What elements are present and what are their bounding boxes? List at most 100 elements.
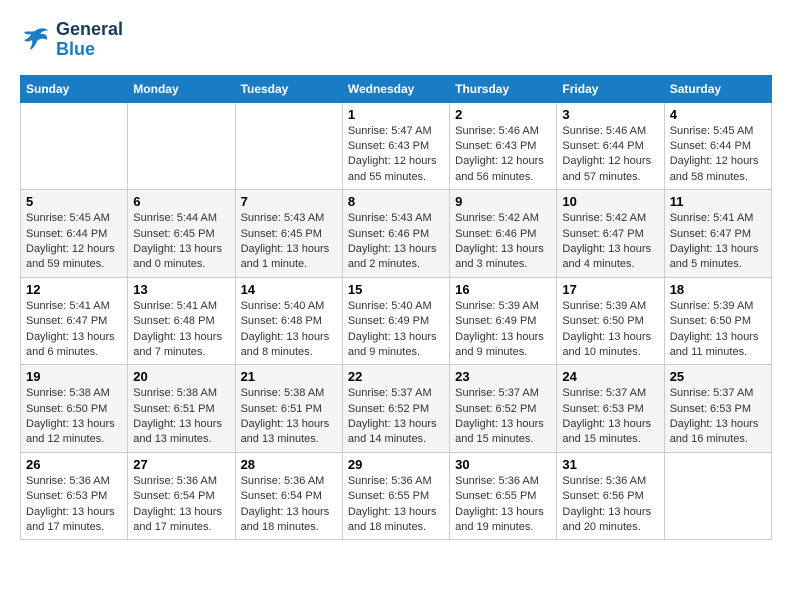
calendar-cell: 10 Sunrise: 5:42 AMSunset: 6:47 PMDayligh… bbox=[557, 190, 664, 278]
calendar-cell: 25 Sunrise: 5:37 AMSunset: 6:53 PMDayligh… bbox=[664, 365, 771, 453]
day-info: Sunrise: 5:37 AMSunset: 6:53 PMDaylight:… bbox=[562, 386, 658, 448]
day-number: 18 bbox=[670, 282, 766, 297]
calendar-cell: 6 Sunrise: 5:44 AMSunset: 6:45 PMDaylight… bbox=[128, 190, 235, 278]
calendar-cell: 17 Sunrise: 5:39 AMSunset: 6:50 PMDayligh… bbox=[557, 277, 664, 365]
day-number: 14 bbox=[241, 282, 337, 297]
calendar-cell: 29 Sunrise: 5:36 AMSunset: 6:55 PMDayligh… bbox=[342, 452, 449, 540]
calendar-week-row: 26Sunrise: 5:36 AMSunset: 6:53 PMDayligh… bbox=[21, 452, 772, 540]
weekday-header-row: SundayMondayTuesdayWednesdayThursdayFrid… bbox=[21, 75, 772, 102]
calendar-week-row: 12Sunrise: 5:41 AMSunset: 6:47 PMDayligh… bbox=[21, 277, 772, 365]
day-number: 19 bbox=[26, 369, 122, 384]
day-number: 27 bbox=[133, 457, 229, 472]
day-number: 25 bbox=[670, 369, 766, 384]
page-header: GeneralBlue bbox=[20, 20, 772, 60]
day-number: 5 bbox=[26, 194, 122, 209]
day-number: 15 bbox=[348, 282, 444, 297]
day-number: 13 bbox=[133, 282, 229, 297]
day-info: Sunrise: 5:40 AMSunset: 6:49 PMDaylight:… bbox=[348, 299, 444, 361]
day-info: Sunrise: 5:41 AMSunset: 6:47 PMDaylight:… bbox=[670, 211, 766, 273]
calendar-cell: 15 Sunrise: 5:40 AMSunset: 6:49 PMDayligh… bbox=[342, 277, 449, 365]
calendar-cell: 8 Sunrise: 5:43 AMSunset: 6:46 PMDaylight… bbox=[342, 190, 449, 278]
calendar-cell: 19 Sunrise: 5:38 AMSunset: 6:50 PMDayligh… bbox=[21, 365, 128, 453]
day-info: Sunrise: 5:43 AMSunset: 6:46 PMDaylight:… bbox=[348, 211, 444, 273]
calendar-cell bbox=[235, 102, 342, 190]
day-number: 2 bbox=[455, 107, 551, 122]
weekday-header-wednesday: Wednesday bbox=[342, 75, 449, 102]
calendar-cell: 13 Sunrise: 5:41 AMSunset: 6:48 PMDayligh… bbox=[128, 277, 235, 365]
day-number: 26 bbox=[26, 457, 122, 472]
day-info: Sunrise: 5:36 AMSunset: 6:55 PMDaylight:… bbox=[455, 474, 551, 536]
day-info: Sunrise: 5:38 AMSunset: 6:51 PMDaylight:… bbox=[241, 386, 337, 448]
calendar-cell: 5 Sunrise: 5:45 AMSunset: 6:44 PMDaylight… bbox=[21, 190, 128, 278]
day-info: Sunrise: 5:39 AMSunset: 6:49 PMDaylight:… bbox=[455, 299, 551, 361]
day-number: 9 bbox=[455, 194, 551, 209]
day-number: 31 bbox=[562, 457, 658, 472]
calendar-cell: 21Sunrise: 5:38 AMSunset: 6:51 PMDayligh… bbox=[235, 365, 342, 453]
calendar-header: SundayMondayTuesdayWednesdayThursdayFrid… bbox=[21, 75, 772, 102]
day-info: Sunrise: 5:42 AMSunset: 6:47 PMDaylight:… bbox=[562, 211, 658, 273]
day-number: 29 bbox=[348, 457, 444, 472]
day-number: 24 bbox=[562, 369, 658, 384]
calendar-cell: 24 Sunrise: 5:37 AMSunset: 6:53 PMDayligh… bbox=[557, 365, 664, 453]
calendar-cell bbox=[21, 102, 128, 190]
day-number: 17 bbox=[562, 282, 658, 297]
day-number: 10 bbox=[562, 194, 658, 209]
day-number: 6 bbox=[133, 194, 229, 209]
calendar-cell: 9 Sunrise: 5:42 AMSunset: 6:46 PMDaylight… bbox=[450, 190, 557, 278]
day-number: 16 bbox=[455, 282, 551, 297]
day-info: Sunrise: 5:38 AMSunset: 6:50 PMDaylight:… bbox=[26, 386, 122, 448]
calendar-cell: 22Sunrise: 5:37 AMSunset: 6:52 PMDayligh… bbox=[342, 365, 449, 453]
day-number: 30 bbox=[455, 457, 551, 472]
calendar-cell: 30 Sunrise: 5:36 AMSunset: 6:55 PMDayligh… bbox=[450, 452, 557, 540]
day-info: Sunrise: 5:37 AMSunset: 6:53 PMDaylight:… bbox=[670, 386, 766, 448]
day-info: Sunrise: 5:40 AMSunset: 6:48 PMDaylight:… bbox=[241, 299, 337, 361]
calendar-cell: 27Sunrise: 5:36 AMSunset: 6:54 PMDayligh… bbox=[128, 452, 235, 540]
day-number: 23 bbox=[455, 369, 551, 384]
calendar-cell: 18Sunrise: 5:39 AMSunset: 6:50 PMDayligh… bbox=[664, 277, 771, 365]
day-info: Sunrise: 5:41 AMSunset: 6:48 PMDaylight:… bbox=[133, 299, 229, 361]
day-info: Sunrise: 5:36 AMSunset: 6:54 PMDaylight:… bbox=[241, 474, 337, 536]
day-info: Sunrise: 5:36 AMSunset: 6:55 PMDaylight:… bbox=[348, 474, 444, 536]
day-number: 11 bbox=[670, 194, 766, 209]
calendar-body: 1Sunrise: 5:47 AMSunset: 6:43 PMDaylight… bbox=[21, 102, 772, 540]
weekday-header-saturday: Saturday bbox=[664, 75, 771, 102]
day-number: 22 bbox=[348, 369, 444, 384]
day-number: 28 bbox=[241, 457, 337, 472]
calendar-week-row: 5 Sunrise: 5:45 AMSunset: 6:44 PMDaylight… bbox=[21, 190, 772, 278]
day-number: 20 bbox=[133, 369, 229, 384]
calendar-cell: 3 Sunrise: 5:46 AMSunset: 6:44 PMDaylight… bbox=[557, 102, 664, 190]
calendar-cell: 23Sunrise: 5:37 AMSunset: 6:52 PMDayligh… bbox=[450, 365, 557, 453]
day-number: 8 bbox=[348, 194, 444, 209]
day-info: Sunrise: 5:45 AMSunset: 6:44 PMDaylight:… bbox=[26, 211, 122, 273]
calendar-week-row: 19 Sunrise: 5:38 AMSunset: 6:50 PMDayligh… bbox=[21, 365, 772, 453]
calendar-week-row: 1Sunrise: 5:47 AMSunset: 6:43 PMDaylight… bbox=[21, 102, 772, 190]
calendar-cell: 20 Sunrise: 5:38 AMSunset: 6:51 PMDayligh… bbox=[128, 365, 235, 453]
weekday-header-monday: Monday bbox=[128, 75, 235, 102]
calendar-cell: 28 Sunrise: 5:36 AMSunset: 6:54 PMDayligh… bbox=[235, 452, 342, 540]
calendar-cell: 26Sunrise: 5:36 AMSunset: 6:53 PMDayligh… bbox=[21, 452, 128, 540]
day-info: Sunrise: 5:46 AMSunset: 6:44 PMDaylight:… bbox=[562, 124, 658, 186]
day-number: 4 bbox=[670, 107, 766, 122]
day-info: Sunrise: 5:47 AMSunset: 6:43 PMDaylight:… bbox=[348, 124, 444, 186]
weekday-header-thursday: Thursday bbox=[450, 75, 557, 102]
day-info: Sunrise: 5:42 AMSunset: 6:46 PMDaylight:… bbox=[455, 211, 551, 273]
calendar-cell bbox=[128, 102, 235, 190]
weekday-header-sunday: Sunday bbox=[21, 75, 128, 102]
calendar-cell: 14 Sunrise: 5:40 AMSunset: 6:48 PMDayligh… bbox=[235, 277, 342, 365]
calendar-cell: 1Sunrise: 5:47 AMSunset: 6:43 PMDaylight… bbox=[342, 102, 449, 190]
day-info: Sunrise: 5:44 AMSunset: 6:45 PMDaylight:… bbox=[133, 211, 229, 273]
logo-icon bbox=[20, 26, 50, 54]
weekday-header-tuesday: Tuesday bbox=[235, 75, 342, 102]
calendar-cell: 7Sunrise: 5:43 AMSunset: 6:45 PMDaylight… bbox=[235, 190, 342, 278]
calendar-cell: 4Sunrise: 5:45 AMSunset: 6:44 PMDaylight… bbox=[664, 102, 771, 190]
day-number: 12 bbox=[26, 282, 122, 297]
day-info: Sunrise: 5:36 AMSunset: 6:56 PMDaylight:… bbox=[562, 474, 658, 536]
calendar-cell: 12Sunrise: 5:41 AMSunset: 6:47 PMDayligh… bbox=[21, 277, 128, 365]
day-number: 3 bbox=[562, 107, 658, 122]
day-info: Sunrise: 5:38 AMSunset: 6:51 PMDaylight:… bbox=[133, 386, 229, 448]
calendar-cell: 2Sunrise: 5:46 AMSunset: 6:43 PMDaylight… bbox=[450, 102, 557, 190]
calendar-cell: 31 Sunrise: 5:36 AMSunset: 6:56 PMDayligh… bbox=[557, 452, 664, 540]
day-info: Sunrise: 5:39 AMSunset: 6:50 PMDaylight:… bbox=[562, 299, 658, 361]
logo-text: GeneralBlue bbox=[56, 20, 123, 60]
calendar-cell: 16 Sunrise: 5:39 AMSunset: 6:49 PMDayligh… bbox=[450, 277, 557, 365]
